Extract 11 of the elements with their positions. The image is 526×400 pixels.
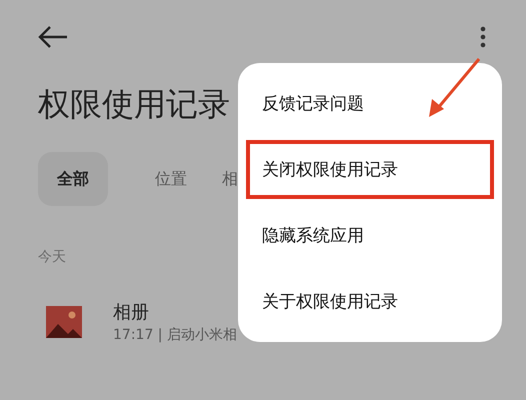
more-icon[interactable] [480,26,486,48]
page-title: 权限使用记录 [38,84,230,125]
gallery-icon [46,306,82,338]
section-label: 今天 [38,248,66,266]
record-detail: 17:17 | 启动小米相 [113,326,237,344]
filter-tab[interactable]: 全部 [38,152,108,206]
app-name: 相册 [113,301,149,324]
back-icon[interactable] [38,25,68,49]
menu-item[interactable]: 隐藏系统应用 [250,210,490,261]
menu-item[interactable]: 反馈记录问题 [250,78,490,130]
menu-item[interactable]: 关于权限使用记录 [250,276,490,327]
